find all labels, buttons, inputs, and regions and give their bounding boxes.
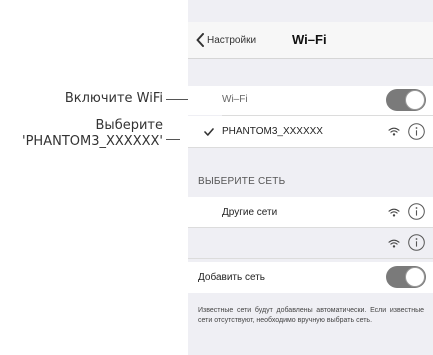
group-divider xyxy=(188,258,433,259)
network-row-unlabelled[interactable] xyxy=(188,228,433,258)
wifi-toggle-row: Wi–Fi xyxy=(188,86,433,115)
annotation-select-network: Выберите 'PHANTOM3_XXXXXX' xyxy=(0,118,163,150)
info-icon[interactable] xyxy=(408,203,425,220)
network-row-other[interactable]: Другие сети xyxy=(188,197,433,227)
back-button-label: Настройки xyxy=(207,34,257,46)
wifi-signal-icon xyxy=(388,208,400,217)
info-icon[interactable] xyxy=(408,123,425,140)
wifi-signal-icon xyxy=(388,127,400,136)
checkmark-icon xyxy=(204,128,214,136)
wifi-toggle-label: Wi–Fi xyxy=(222,94,248,105)
annotation-select-network-line1: Выберите xyxy=(95,118,163,133)
wifi-toggle-knob xyxy=(405,90,425,110)
network-row-phantom3[interactable]: PHANTOM3_XXXXXX xyxy=(188,116,433,147)
annotation-enable-wifi: Включите WiFi xyxy=(10,91,163,107)
annotation-select-network-leader xyxy=(166,139,180,140)
section-header-choose-network: ВЫБЕРИТЕ СЕТЬ xyxy=(198,176,286,187)
chevron-left-icon xyxy=(196,33,204,47)
wifi-toggle[interactable] xyxy=(386,89,426,111)
footer-note: Известные сети будут добавлены автоматич… xyxy=(198,307,424,324)
annotation-select-network-line2: 'PHANTOM3_XXXXXX' xyxy=(22,134,163,149)
navbar-divider xyxy=(188,58,433,59)
wifi-settings-screen: Настройки Wi–Fi Wi–Fi PHANTOM3_XXXXXX ВЫ… xyxy=(188,0,433,355)
back-button[interactable]: Настройки xyxy=(196,32,256,48)
navigation-bar: Настройки Wi–Fi xyxy=(188,22,433,58)
add-network-row: Добавить сеть xyxy=(188,262,433,293)
page-title: Wi–Fi xyxy=(292,32,327,47)
add-network-toggle[interactable] xyxy=(386,266,426,288)
group-divider xyxy=(188,147,433,148)
annotation-enable-wifi-text: Включите WiFi xyxy=(64,91,163,106)
info-icon[interactable] xyxy=(408,234,425,251)
add-network-toggle-knob xyxy=(405,267,425,287)
add-network-label: Добавить сеть xyxy=(198,272,265,283)
network-name: PHANTOM3_XXXXXX xyxy=(222,126,323,137)
other-networks-label: Другие сети xyxy=(222,207,278,218)
wifi-signal-icon xyxy=(388,239,400,248)
